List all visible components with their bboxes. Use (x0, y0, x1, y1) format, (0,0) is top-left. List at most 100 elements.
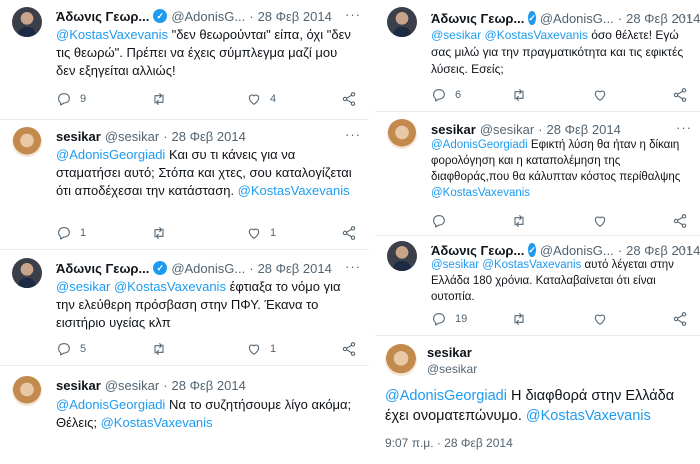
share-icon (342, 226, 356, 240)
tweet-date[interactable]: 28 Φεβ 2014 (258, 9, 332, 24)
author-name[interactable]: sesikar (427, 345, 477, 360)
like-button[interactable] (592, 311, 632, 327)
avatar[interactable] (387, 119, 417, 149)
mention-link[interactable]: @sesikar @KostasVaxevanis (431, 259, 581, 271)
avatar[interactable] (387, 7, 417, 37)
author-handle[interactable]: @AdonisG... (171, 9, 245, 24)
author-name[interactable]: sesikar (56, 129, 101, 144)
mention-link[interactable]: @AdonisGeorgiadi (431, 139, 528, 151)
heart-icon (248, 344, 260, 355)
author-handle[interactable]: @sesikar (480, 122, 534, 137)
author-name[interactable]: Άδωνις Γεωρ... (431, 11, 524, 26)
mention-link[interactable]: @KostasVaxevanis (56, 27, 168, 42)
mention-link[interactable]: @AdonisGeorgiadi (56, 397, 165, 412)
mention-link[interactable]: @AdonisGeorgiadi (56, 147, 165, 162)
avatar[interactable] (385, 344, 417, 376)
separator-dot: · (617, 10, 623, 26)
retweet-button[interactable] (511, 213, 551, 229)
tweet-text: @AdonisGeorgiadi Εφικτή λύση θα ήταν η δ… (431, 137, 690, 201)
like-button[interactable]: 1 (246, 341, 286, 357)
author-handle[interactable]: @sesikar (105, 378, 159, 393)
reply-icon (433, 313, 445, 326)
mention-link[interactable]: @KostasVaxevanis (238, 183, 350, 198)
more-options-icon[interactable]: ··· (676, 120, 692, 135)
tweet[interactable]: sesikar @sesikar · 28 Φεβ 2014 ··· @Adon… (375, 112, 700, 236)
share-button[interactable] (341, 341, 357, 357)
tweet[interactable]: Άδωνις Γεωρ... ✓ @AdonisG... · 28 Φεβ 20… (0, 0, 369, 120)
tweet-text: @KostasVaxevanis "δεν θεωρούνται" είπα, … (56, 26, 359, 80)
author-name[interactable]: sesikar (56, 378, 101, 393)
author-name[interactable]: Άδωνις Γεωρ... (56, 9, 149, 24)
more-options-icon[interactable]: ··· (345, 259, 361, 274)
tweet[interactable]: Άδωνις Γεωρ... ✓ @AdonisG... · 28 Φεβ 20… (375, 236, 700, 336)
reply-button[interactable]: 5 (56, 341, 96, 357)
more-options-icon[interactable]: ··· (345, 127, 361, 142)
share-button[interactable] (672, 213, 688, 229)
tweet[interactable]: Άδωνις Γεωρ... ✓ @AdonisG... · 28 Φεβ 20… (0, 250, 369, 366)
retweet-icon (154, 227, 164, 239)
author-handle[interactable]: @sesikar (105, 129, 159, 144)
avatar[interactable] (387, 241, 417, 271)
like-button[interactable]: 1 (246, 225, 286, 241)
like-button[interactable]: 4 (246, 91, 286, 107)
avatar[interactable] (12, 258, 42, 288)
retweet-button[interactable] (151, 225, 191, 241)
share-button[interactable] (341, 91, 357, 107)
avatar[interactable] (12, 376, 42, 406)
tweet-actions: 6 (431, 86, 688, 104)
tweet[interactable]: sesikar @sesikar · 28 Φεβ 2014 ··· @Adon… (0, 120, 369, 250)
heart-icon (248, 94, 260, 105)
reply-button[interactable]: 9 (56, 91, 96, 107)
verified-badge-icon: ✓ (153, 9, 168, 23)
avatar[interactable] (12, 127, 42, 157)
reply-icon (58, 227, 70, 240)
share-icon (673, 214, 687, 228)
author-handle[interactable]: @sesikar (427, 362, 477, 376)
tweet-date[interactable]: 28 Φεβ 2014 (172, 129, 246, 144)
tweet-actions (431, 212, 688, 230)
author-name[interactable]: sesikar (431, 122, 476, 137)
tweet-timestamp[interactable]: 9:07 π.μ. · 28 Φεβ 2014 (385, 436, 513, 450)
author-handle[interactable]: @AdonisG... (540, 243, 614, 258)
retweet-button[interactable] (511, 87, 551, 103)
tweet-header: Άδωνις Γεωρ... ✓ @AdonisG... · 28 Φεβ 20… (56, 7, 361, 25)
reply-count: 5 (80, 343, 87, 355)
focused-tweet[interactable]: sesikar @sesikar @AdonisGeorgiadi Η διαφ… (375, 336, 700, 464)
reply-button[interactable]: 6 (431, 87, 471, 103)
more-options-icon[interactable]: ··· (345, 7, 361, 22)
share-button[interactable] (672, 311, 688, 327)
tweet-actions: 9 4 (56, 90, 357, 108)
retweet-icon (514, 89, 524, 101)
mention-link[interactable]: @AdonisGeorgiadi (385, 388, 507, 404)
mention-link[interactable]: @sesikar @KostasVaxevanis (56, 279, 226, 294)
more-options-icon[interactable]: ··· (676, 9, 692, 24)
author-handle[interactable]: @AdonisG... (171, 261, 245, 276)
tweet[interactable]: Άδωνις Γεωρ... ✓ @AdonisG... · 28 Φεβ 20… (375, 0, 700, 112)
tweet-date[interactable]: 28 Φεβ 2014 (258, 261, 332, 276)
mention-link[interactable]: @KostasVaxevanis (526, 408, 651, 424)
avatar[interactable] (12, 7, 42, 37)
tweet-date[interactable]: 28 Φεβ 2014 (172, 378, 246, 393)
author-name[interactable]: Άδωνις Γεωρ... (56, 261, 149, 276)
share-icon (673, 312, 687, 326)
reply-button[interactable]: 19 (431, 311, 471, 327)
retweet-button[interactable] (151, 91, 191, 107)
like-button[interactable] (592, 213, 632, 229)
separator-dot: · (249, 8, 254, 24)
reply-button[interactable]: 1 (56, 225, 96, 241)
mention-link[interactable]: @KostasVaxevanis (431, 187, 530, 199)
tweet[interactable]: sesikar @sesikar · 28 Φεβ 2014 @AdonisGe… (0, 366, 369, 464)
tweet-header: sesikar @sesikar · 28 Φεβ 2014 (56, 376, 361, 394)
reply-button[interactable] (431, 213, 471, 229)
retweet-button[interactable] (511, 311, 551, 327)
more-options-icon[interactable]: ··· (676, 241, 692, 256)
author-name[interactable]: Άδωνις Γεωρ... (431, 243, 524, 258)
author-handle[interactable]: @AdonisG... (540, 11, 614, 26)
mention-link[interactable]: @sesikar @KostasVaxevanis (431, 28, 588, 42)
mention-link[interactable]: @KostasVaxevanis (101, 415, 213, 430)
retweet-button[interactable] (151, 341, 191, 357)
share-button[interactable] (341, 225, 357, 241)
share-button[interactable] (672, 87, 688, 103)
like-button[interactable] (592, 87, 632, 103)
tweet-date[interactable]: 28 Φεβ 2014 (547, 122, 621, 137)
